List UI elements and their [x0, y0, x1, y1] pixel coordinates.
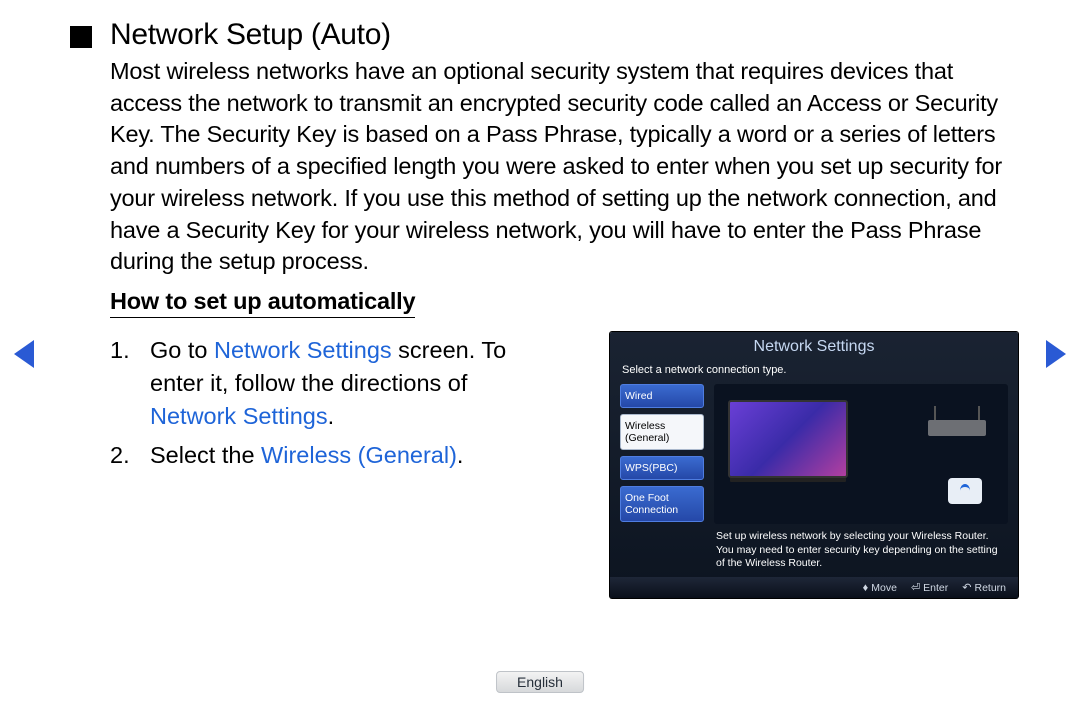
updown-icon: ♦: [863, 582, 869, 594]
step-number: 2.: [110, 439, 150, 472]
steps-list: 1. Go to Network Settings screen. To ent…: [110, 334, 530, 598]
tv-option-list: Wired Wireless (General) WPS(PBC) One Fo…: [620, 384, 704, 573]
tv-option-one-foot-connection[interactable]: One Foot Connection: [620, 486, 704, 522]
ui-term-network-settings: Network Settings: [214, 337, 392, 363]
wifi-icon: [948, 478, 982, 504]
tv-body: Wired Wireless (General) WPS(PBC) One Fo…: [610, 384, 1018, 577]
tv-subtitle: Select a network connection type.: [610, 360, 1018, 384]
tv-screenshot-network-settings: Network Settings Select a network connec…: [610, 332, 1018, 598]
ui-term-wireless-general: Wireless (General): [261, 442, 457, 468]
tv-footer-move: ♦Move: [863, 582, 897, 594]
tv-option-wired[interactable]: Wired: [620, 384, 704, 408]
tv-right-pane: Set up wireless network by selecting you…: [714, 384, 1008, 573]
step-1: 1. Go to Network Settings screen. To ent…: [110, 334, 530, 433]
square-bullet-icon: [70, 26, 92, 48]
tv-footer-return: ↶Return: [962, 581, 1006, 594]
nav-next-icon[interactable]: [1046, 340, 1066, 368]
tv-footer: ♦Move ⏎Enter ↶Return: [610, 577, 1018, 598]
step-2: 2. Select the Wireless (General).: [110, 439, 530, 472]
nav-prev-icon[interactable]: [14, 340, 34, 368]
tv-option-wps-pbc[interactable]: WPS(PBC): [620, 456, 704, 480]
return-icon: ↶: [962, 582, 971, 594]
tv-option-wireless-general[interactable]: Wireless (General): [620, 414, 704, 450]
section-heading-row: Network Setup (Auto): [70, 18, 1026, 52]
steps-area: 1. Go to Network Settings screen. To ent…: [110, 334, 1026, 598]
language-badge[interactable]: English: [496, 671, 584, 693]
intro-paragraph: Most wireless networks have an optional …: [110, 56, 1018, 278]
section-heading: Network Setup (Auto): [110, 18, 391, 52]
tv-illustration: [714, 384, 1008, 524]
router-icon: [928, 420, 986, 436]
manual-page: Network Setup (Auto) Most wireless netwo…: [0, 0, 1080, 598]
tv-icon: [728, 400, 848, 478]
step-number: 1.: [110, 334, 150, 433]
tv-title: Network Settings: [610, 332, 1018, 360]
ui-term-network-settings: Network Settings: [150, 403, 328, 429]
step-1-text: Go to Network Settings screen. To enter …: [150, 334, 530, 433]
tv-footer-enter: ⏎Enter: [911, 581, 948, 594]
enter-icon: ⏎: [911, 582, 920, 594]
step-2-text: Select the Wireless (General).: [150, 439, 530, 472]
tv-option-description: Set up wireless network by selecting you…: [714, 524, 1008, 573]
subheading: How to set up automatically: [110, 288, 415, 318]
